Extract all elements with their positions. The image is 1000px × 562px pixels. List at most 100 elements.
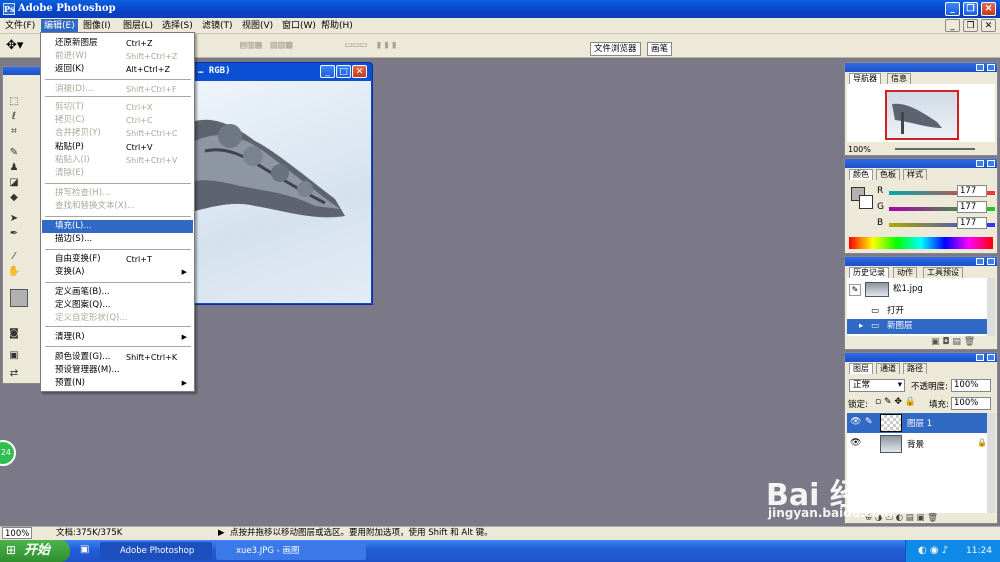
g-value[interactable]: 177 [957, 201, 987, 213]
eyedropper-tool-icon[interactable]: ⁄ [6, 250, 22, 263]
edit-menu-item[interactable]: 自由变换(F) Ctrl+T [42, 253, 193, 266]
eraser-tool-icon[interactable]: ◪ [6, 176, 22, 189]
minimize-button[interactable]: _ [945, 2, 960, 16]
history-item-selected[interactable]: ▸ ▭ 新图层 [847, 319, 987, 334]
menu-file[interactable]: 文件(F) [2, 19, 38, 33]
edit-menu-item[interactable]: 颜色设置(G)... Shift+Ctrl+K [42, 351, 193, 364]
panel-minimize-button[interactable] [976, 64, 984, 71]
panel-close-button[interactable] [987, 160, 995, 167]
blur-tool-icon[interactable]: ◆ [6, 191, 22, 204]
menu-filter[interactable]: 滤镜(T) [199, 19, 236, 33]
edit-menu-item[interactable]: 清理(R) ▶ [42, 331, 193, 344]
edit-menu-item[interactable]: 返回(K) Alt+Ctrl+Z [42, 63, 193, 76]
eye-icon[interactable]: 👁 [850, 438, 861, 448]
doc-close-button[interactable]: ✕ [981, 19, 996, 32]
pen-tool-icon[interactable]: ✒ [6, 227, 22, 240]
tab-swatches[interactable]: 色板 [876, 169, 900, 180]
quick-mask-icon[interactable]: ◙ [6, 327, 22, 340]
tab-info[interactable]: 信息 [887, 73, 911, 84]
history-snapshot[interactable]: ✎ 松1.jpg [847, 282, 987, 297]
color-spectrum-bar[interactable] [849, 237, 993, 249]
restore-button[interactable]: ❐ [963, 2, 978, 16]
healing-tool-icon[interactable]: ✎ [6, 146, 22, 159]
task-paint[interactable]: xue3.JPG - 画图 [216, 542, 366, 560]
file-browser-tab[interactable]: 文件浏览器 [590, 42, 641, 56]
tab-layers[interactable]: 图层 [849, 363, 873, 374]
menu-select[interactable]: 选择(S) [159, 19, 196, 33]
brush-source-icon[interactable]: ✎ [849, 284, 861, 296]
eye-icon[interactable]: 👁 [850, 417, 861, 427]
close-button[interactable]: ✕ [981, 2, 996, 16]
navigator-thumbnail[interactable] [885, 90, 959, 140]
edit-menu-item[interactable]: 变换(A) ▶ [42, 266, 193, 279]
tab-paths[interactable]: 路径 [903, 363, 927, 374]
doc-size[interactable]: 文档:375K/375K [56, 527, 122, 540]
tab-color[interactable]: 颜色 [849, 169, 873, 180]
edit-menu-item[interactable]: 预置(N) ▶ [42, 377, 193, 390]
menu-edit[interactable]: 编辑(E) [41, 19, 78, 33]
panel-close-button[interactable] [987, 354, 995, 361]
edit-menu-item[interactable]: 填充(L)... [42, 220, 193, 233]
edit-menu-item[interactable]: 粘贴(P) Ctrl+V [42, 141, 193, 154]
hand-tool-icon[interactable]: ✋ [6, 265, 22, 278]
menu-layer[interactable]: 图层(L) [120, 19, 156, 33]
opacity-input[interactable]: 100% [951, 379, 991, 392]
tab-history[interactable]: 历史记录 [849, 267, 889, 278]
history-scrollbar[interactable] [987, 278, 995, 336]
path-select-tool-icon[interactable]: ➤ [6, 212, 22, 225]
edit-menu-item[interactable]: 定义图案(Q)... [42, 299, 193, 312]
layer-row[interactable]: 👁 背景 🔒 [847, 434, 987, 454]
tray-icons[interactable]: ◐ ◉ ♪ [918, 540, 948, 562]
green-badge[interactable]: 24 [0, 440, 16, 466]
blend-mode-select[interactable]: 正常 ▾ [849, 379, 905, 392]
doc-restore-button[interactable]: ❐ [963, 19, 978, 32]
menu-window[interactable]: 窗口(W) [279, 19, 319, 33]
lasso-tool-icon[interactable]: ℓ [6, 110, 22, 123]
layer-name[interactable]: 背景 [907, 438, 924, 450]
fill-input[interactable]: 100% [951, 397, 991, 410]
tab-navigator[interactable]: 导航器 [849, 73, 881, 84]
tab-actions[interactable]: 动作 [893, 267, 917, 278]
panel-minimize-button[interactable] [976, 354, 984, 361]
marquee-tool-icon[interactable]: ⬚ [6, 95, 22, 108]
task-photoshop[interactable]: Adobe Photoshop [100, 542, 212, 560]
layers-scrollbar[interactable] [987, 413, 995, 513]
edit-menu-item[interactable]: 还原新图层 Ctrl+Z [42, 37, 193, 50]
edit-menu-item[interactable]: 描边(S)... [42, 233, 193, 246]
foreground-color-swatch[interactable] [10, 289, 28, 307]
panel-close-button[interactable] [987, 258, 995, 265]
crop-tool-icon[interactable]: ⌗ [6, 125, 22, 138]
screen-mode-icon[interactable]: ▣ [6, 349, 22, 362]
edit-menu-item[interactable]: 预设管理器(M)... [42, 364, 193, 377]
navigator-zoom-slider[interactable] [895, 148, 975, 150]
menu-image[interactable]: 图像(I) [80, 19, 114, 33]
layer-name[interactable]: 图层 1 [907, 417, 932, 429]
canvas-image[interactable] [195, 81, 371, 303]
history-item[interactable]: ▭ 打开 [847, 304, 987, 319]
navigator-zoom[interactable]: 100% [848, 145, 871, 154]
panel-minimize-button[interactable] [976, 160, 984, 167]
history-footer-icons[interactable]: ▣ ◘ ▤ 🗑 [931, 337, 975, 347]
brushes-tab[interactable]: 画笔 [647, 42, 673, 56]
show-desktop-icon[interactable]: ▣ [80, 544, 89, 555]
tab-styles[interactable]: 样式 [903, 169, 927, 180]
doc-window-maximize-button[interactable]: □ [336, 65, 351, 78]
panel-close-button[interactable] [987, 64, 995, 71]
jump-to-imageready-icon[interactable]: ⇄ [6, 367, 22, 380]
doc-window-close-button[interactable]: ✕ [352, 65, 367, 78]
doc-minimize-button[interactable]: _ [945, 19, 960, 32]
menu-view[interactable]: 视图(V) [239, 19, 276, 33]
menu-help[interactable]: 帮助(H) [318, 19, 356, 33]
panel-minimize-button[interactable] [976, 258, 984, 265]
stamp-tool-icon[interactable]: ♟ [6, 161, 22, 174]
doc-window-minimize-button[interactable]: _ [320, 65, 335, 78]
layer-row-selected[interactable]: 👁 ✎ 图层 1 [847, 413, 987, 433]
move-tool-icon[interactable]: ✥▾ [6, 38, 23, 53]
lock-icons[interactable]: ▫ ✎ ✥ 🔒 [875, 397, 916, 407]
edit-menu-item[interactable]: 定义画笔(B)... [42, 286, 193, 299]
align-icons[interactable]: ▤▥▦ ▧▨▩ [240, 38, 293, 51]
zoom-field[interactable]: 100% [2, 527, 32, 539]
r-value[interactable]: 177 [957, 185, 987, 197]
tab-tool-presets[interactable]: 工具预设 [923, 267, 963, 278]
tab-channels[interactable]: 通道 [876, 363, 900, 374]
